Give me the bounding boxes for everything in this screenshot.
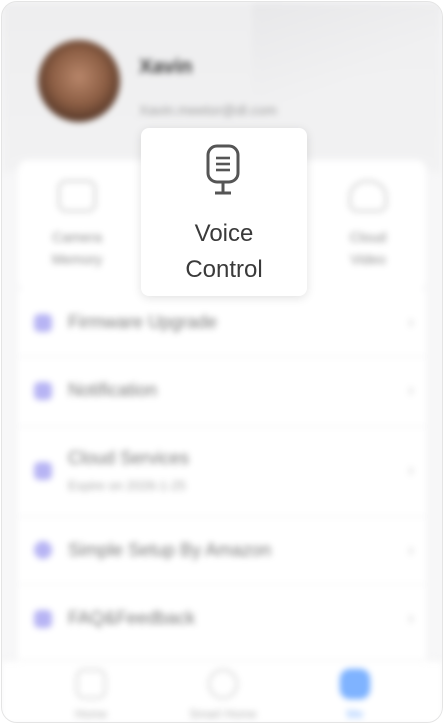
avatar[interactable] (38, 40, 120, 122)
tab-smart-home[interactable]: Smart Home (178, 669, 268, 721)
home-icon (76, 669, 106, 699)
cloud-icon (349, 180, 387, 212)
camera-memory-label: Camera Memory (51, 229, 103, 267)
blurred-background: Xavin Xavin.meetor@dl.com Camera Memory … (2, 2, 442, 722)
phone-screen: Xavin Xavin.meetor@dl.com Camera Memory … (1, 1, 443, 723)
tab-label: Me (346, 707, 364, 721)
chevron-right-icon: › (408, 608, 414, 628)
cloud-service-icon (34, 462, 52, 480)
cloud-video-button[interactable]: Cloud Video (323, 180, 413, 270)
chevron-right-icon: › (408, 312, 414, 332)
menu-item-label: FAQ&Feedback (68, 608, 196, 628)
menu-item-label: Cloud Services (68, 448, 190, 468)
bottom-tab-bar: Home Smart Home Me (2, 660, 442, 722)
tab-label: Smart Home (189, 707, 257, 721)
user-email: Xavin.meetor@dl.com (139, 102, 277, 118)
voice-control-popup[interactable]: Voice Control (141, 128, 307, 296)
bell-icon (34, 382, 52, 400)
smart-home-icon (208, 669, 238, 699)
chevron-right-icon: › (408, 540, 414, 560)
settings-menu: Firmware Upgrade › Notification › Cloud … (18, 290, 426, 660)
sd-card-icon (58, 180, 96, 212)
firmware-icon (34, 314, 52, 332)
amazon-icon (34, 541, 52, 559)
menu-item-label: Notification (68, 380, 158, 400)
person-icon (340, 669, 370, 699)
menu-item-label: Simple Setup By Amazon (68, 540, 272, 560)
menu-item-sublabel: Expire on 2026-1-25 (68, 478, 186, 493)
chevron-right-icon: › (408, 460, 414, 480)
menu-item-firmware-upgrade[interactable]: Firmware Upgrade › (18, 290, 426, 357)
user-name: Xavin (139, 56, 193, 78)
chevron-right-icon: › (408, 380, 414, 400)
menu-item-simple-setup[interactable]: Simple Setup By Amazon › (18, 516, 426, 585)
tab-label: Home (74, 707, 107, 721)
tab-me[interactable]: Me (310, 669, 400, 721)
camera-memory-button[interactable]: Camera Memory (32, 180, 122, 270)
menu-item-faq-feedback[interactable]: FAQ&Feedback › (18, 584, 426, 654)
cloud-video-label: Cloud Video (349, 229, 387, 267)
menu-item-cloud-services[interactable]: Cloud Services Expire on 2026-1-25 › (18, 426, 426, 517)
voice-control-label: Voice Control (185, 220, 263, 283)
tab-home[interactable]: Home (46, 669, 136, 721)
header-decoration (252, 2, 442, 122)
microphone-icon (206, 144, 240, 195)
faq-icon (34, 610, 52, 628)
menu-item-notification[interactable]: Notification › (18, 356, 426, 427)
menu-item-label: Firmware Upgrade (68, 312, 218, 332)
